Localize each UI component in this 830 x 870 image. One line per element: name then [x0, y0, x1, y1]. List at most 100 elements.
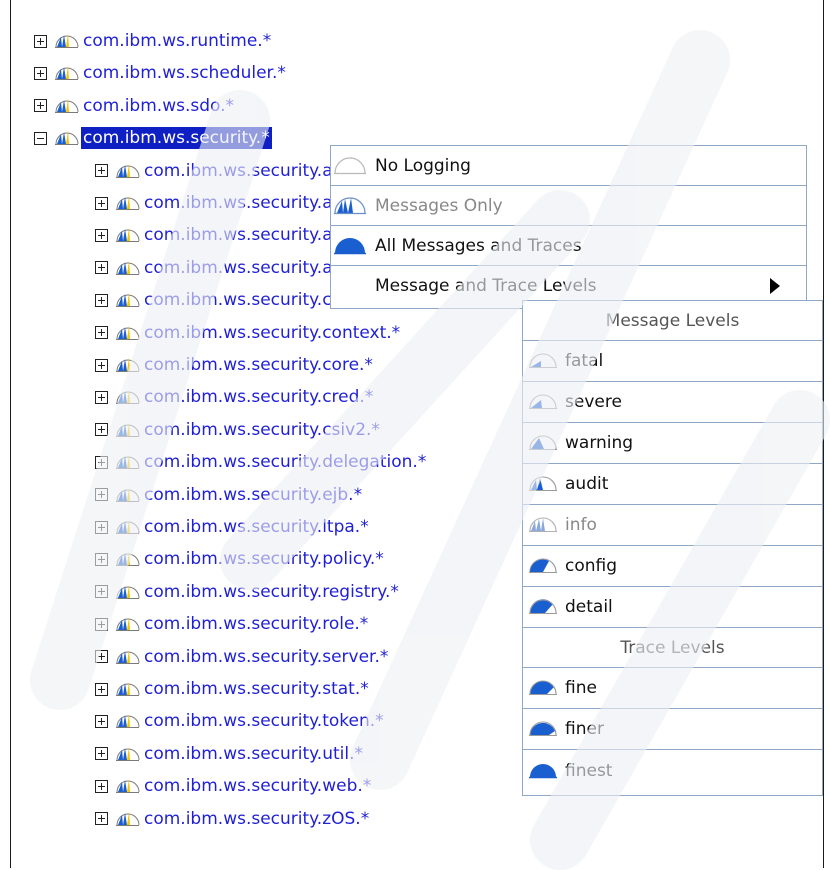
logging-level-icon[interactable] — [114, 421, 140, 439]
tree-node-label[interactable]: com.ibm.ws.security.delegation.* — [142, 451, 428, 473]
tree-node-label[interactable]: com.ibm.ws.security.util.* — [142, 743, 365, 765]
tree-child-node[interactable]: com.ibm.ws.security.util.* — [95, 739, 365, 769]
logging-level-icon[interactable] — [114, 486, 140, 504]
expand-icon[interactable] — [95, 585, 108, 599]
tree-child-node[interactable]: com.ibm.ws.security.ejb.* — [95, 480, 364, 510]
expand-icon[interactable] — [95, 812, 108, 826]
level-item-finer[interactable]: finer — [523, 709, 822, 750]
logging-level-icon[interactable] — [53, 97, 79, 115]
expand-icon[interactable] — [95, 552, 108, 566]
tree-node-label[interactable]: com.ibm.ws.scheduler.* — [81, 62, 288, 84]
expand-icon[interactable] — [95, 617, 108, 631]
expand-icon[interactable] — [34, 99, 47, 113]
logging-level-icon[interactable] — [53, 64, 79, 82]
expand-icon[interactable] — [95, 293, 108, 307]
expand-icon[interactable] — [34, 66, 47, 80]
tree-child-node[interactable]: com.ibm.ws.security.stat.* — [95, 674, 371, 704]
menu-item-messages-only[interactable]: Messages Only — [331, 186, 806, 226]
tree-node[interactable]: com.ibm.ws.runtime.* — [34, 26, 273, 56]
tree-node-label[interactable]: com.ibm.ws.security.token.* — [142, 710, 386, 732]
logging-level-icon[interactable] — [114, 583, 140, 601]
tree-node-label[interactable]: com.ibm.ws.security.* — [81, 127, 272, 150]
logging-level-icon[interactable] — [114, 680, 140, 698]
logging-level-icon[interactable] — [114, 777, 140, 795]
tree-node[interactable]: com.ibm.ws.scheduler.* — [34, 58, 288, 88]
tree-child-node[interactable]: com.ibm.ws.security.token.* — [95, 706, 386, 736]
logging-level-icon[interactable] — [114, 194, 140, 212]
tree-child-node[interactable]: com.ibm.ws.security.delegation.* — [95, 447, 428, 477]
logging-level-icon[interactable] — [114, 356, 140, 374]
tree-child-node[interactable]: com.ibm.ws.security.policy.* — [95, 544, 386, 574]
expand-icon[interactable] — [95, 358, 108, 372]
expand-icon[interactable] — [95, 488, 108, 502]
tree-node-label[interactable]: com.ibm.ws.security.registry.* — [142, 581, 401, 603]
level-item-warning[interactable]: warning — [523, 423, 822, 464]
tree-node-label[interactable]: com.ibm.ws.security.cred.* — [142, 386, 375, 408]
level-item-finest[interactable]: finest — [523, 750, 822, 791]
tree-node-label[interactable]: com.ibm.ws.runtime.* — [81, 30, 273, 52]
logging-level-icon[interactable] — [114, 226, 140, 244]
tree-child-node[interactable]: com.ibm.ws.security.ltpa.* — [95, 512, 371, 542]
logging-level-icon[interactable] — [114, 648, 140, 666]
logging-level-icon[interactable] — [114, 162, 140, 180]
tree-node-label[interactable]: com.ibm.ws.security.server.* — [142, 646, 390, 668]
expand-icon[interactable] — [95, 714, 108, 728]
tree-node[interactable]: com.ibm.ws.security.* — [34, 123, 272, 153]
expand-icon[interactable] — [95, 779, 108, 793]
tree-node-label[interactable]: com.ibm.ws.security.ltpa.* — [142, 516, 371, 538]
expand-icon[interactable] — [95, 682, 108, 696]
logging-level-icon[interactable] — [114, 259, 140, 277]
tree-child-node[interactable]: com.ibm.ws.security.cred.* — [95, 382, 375, 412]
level-item-config[interactable]: config — [523, 546, 822, 587]
tree-node-label[interactable]: com.ibm.ws.security.core.* — [142, 354, 375, 376]
tree-child-node[interactable]: com.ibm.ws.security.web.* — [95, 771, 373, 801]
level-item-fatal[interactable]: fatal — [523, 341, 822, 382]
tree-child-node[interactable]: com.ibm.ws.security.csiv2.* — [95, 415, 382, 445]
expand-icon[interactable] — [34, 34, 47, 48]
tree-node-label[interactable]: com.ibm.ws.security.zOS.* — [142, 808, 371, 830]
level-item-fine[interactable]: fine — [523, 668, 822, 709]
logging-level-icon[interactable] — [53, 129, 79, 147]
expand-icon[interactable] — [95, 196, 108, 210]
logging-level-icon[interactable] — [114, 745, 140, 763]
expand-icon[interactable] — [95, 520, 108, 534]
logging-level-icon[interactable] — [114, 712, 140, 730]
logging-level-icon[interactable] — [114, 291, 140, 309]
tree-node[interactable]: com.ibm.ws.sdo.* — [34, 91, 236, 121]
logging-level-icon[interactable] — [114, 615, 140, 633]
expand-icon[interactable] — [95, 423, 108, 437]
tree-node-label[interactable]: com.ibm.ws.security.context.* — [142, 322, 402, 344]
logging-level-icon[interactable] — [53, 32, 79, 50]
tree-child-node[interactable]: com.ibm.ws.security.server.* — [95, 642, 390, 672]
tree-node-label[interactable]: com.ibm.ws.security.role.* — [142, 613, 370, 635]
expand-icon[interactable] — [95, 455, 108, 469]
logging-level-icon[interactable] — [114, 453, 140, 471]
expand-icon[interactable] — [95, 747, 108, 761]
tree-child-node[interactable]: com.ibm.ws.security.context.* — [95, 318, 402, 348]
logging-level-icon[interactable] — [114, 324, 140, 342]
expand-icon[interactable] — [95, 326, 108, 340]
level-item-severe[interactable]: severe — [523, 382, 822, 423]
level-item-info[interactable]: info — [523, 505, 822, 546]
logging-level-icon[interactable] — [114, 388, 140, 406]
expand-icon[interactable] — [95, 390, 108, 404]
expand-icon[interactable] — [95, 164, 108, 178]
level-item-detail[interactable]: detail — [523, 587, 822, 628]
logging-level-icon[interactable] — [114, 518, 140, 536]
tree-node-label[interactable]: com.ibm.ws.security.policy.* — [142, 548, 386, 570]
menu-item-all-messages-traces[interactable]: All Messages and Traces — [331, 226, 806, 266]
logging-level-icon[interactable] — [114, 550, 140, 568]
tree-node-label[interactable]: com.ibm.ws.security.web.* — [142, 775, 373, 797]
tree-child-node[interactable]: com.ibm.ws.security.zOS.* — [95, 804, 371, 834]
tree-child-node[interactable]: com.ibm.ws.security.role.* — [95, 609, 370, 639]
tree-node-label[interactable]: com.ibm.ws.sdo.* — [81, 95, 236, 117]
expand-icon[interactable] — [95, 228, 108, 242]
tree-child-node[interactable]: com.ibm.ws.security.registry.* — [95, 577, 401, 607]
collapse-icon[interactable] — [34, 131, 47, 145]
tree-child-node[interactable]: com.ibm.ws.security.core.* — [95, 350, 375, 380]
tree-node-label[interactable]: com.ibm.ws.security.ejb.* — [142, 484, 364, 506]
expand-icon[interactable] — [95, 650, 108, 664]
expand-icon[interactable] — [95, 261, 108, 275]
logging-level-icon[interactable] — [114, 810, 140, 828]
tree-node-label[interactable]: com.ibm.ws.security.stat.* — [142, 678, 371, 700]
